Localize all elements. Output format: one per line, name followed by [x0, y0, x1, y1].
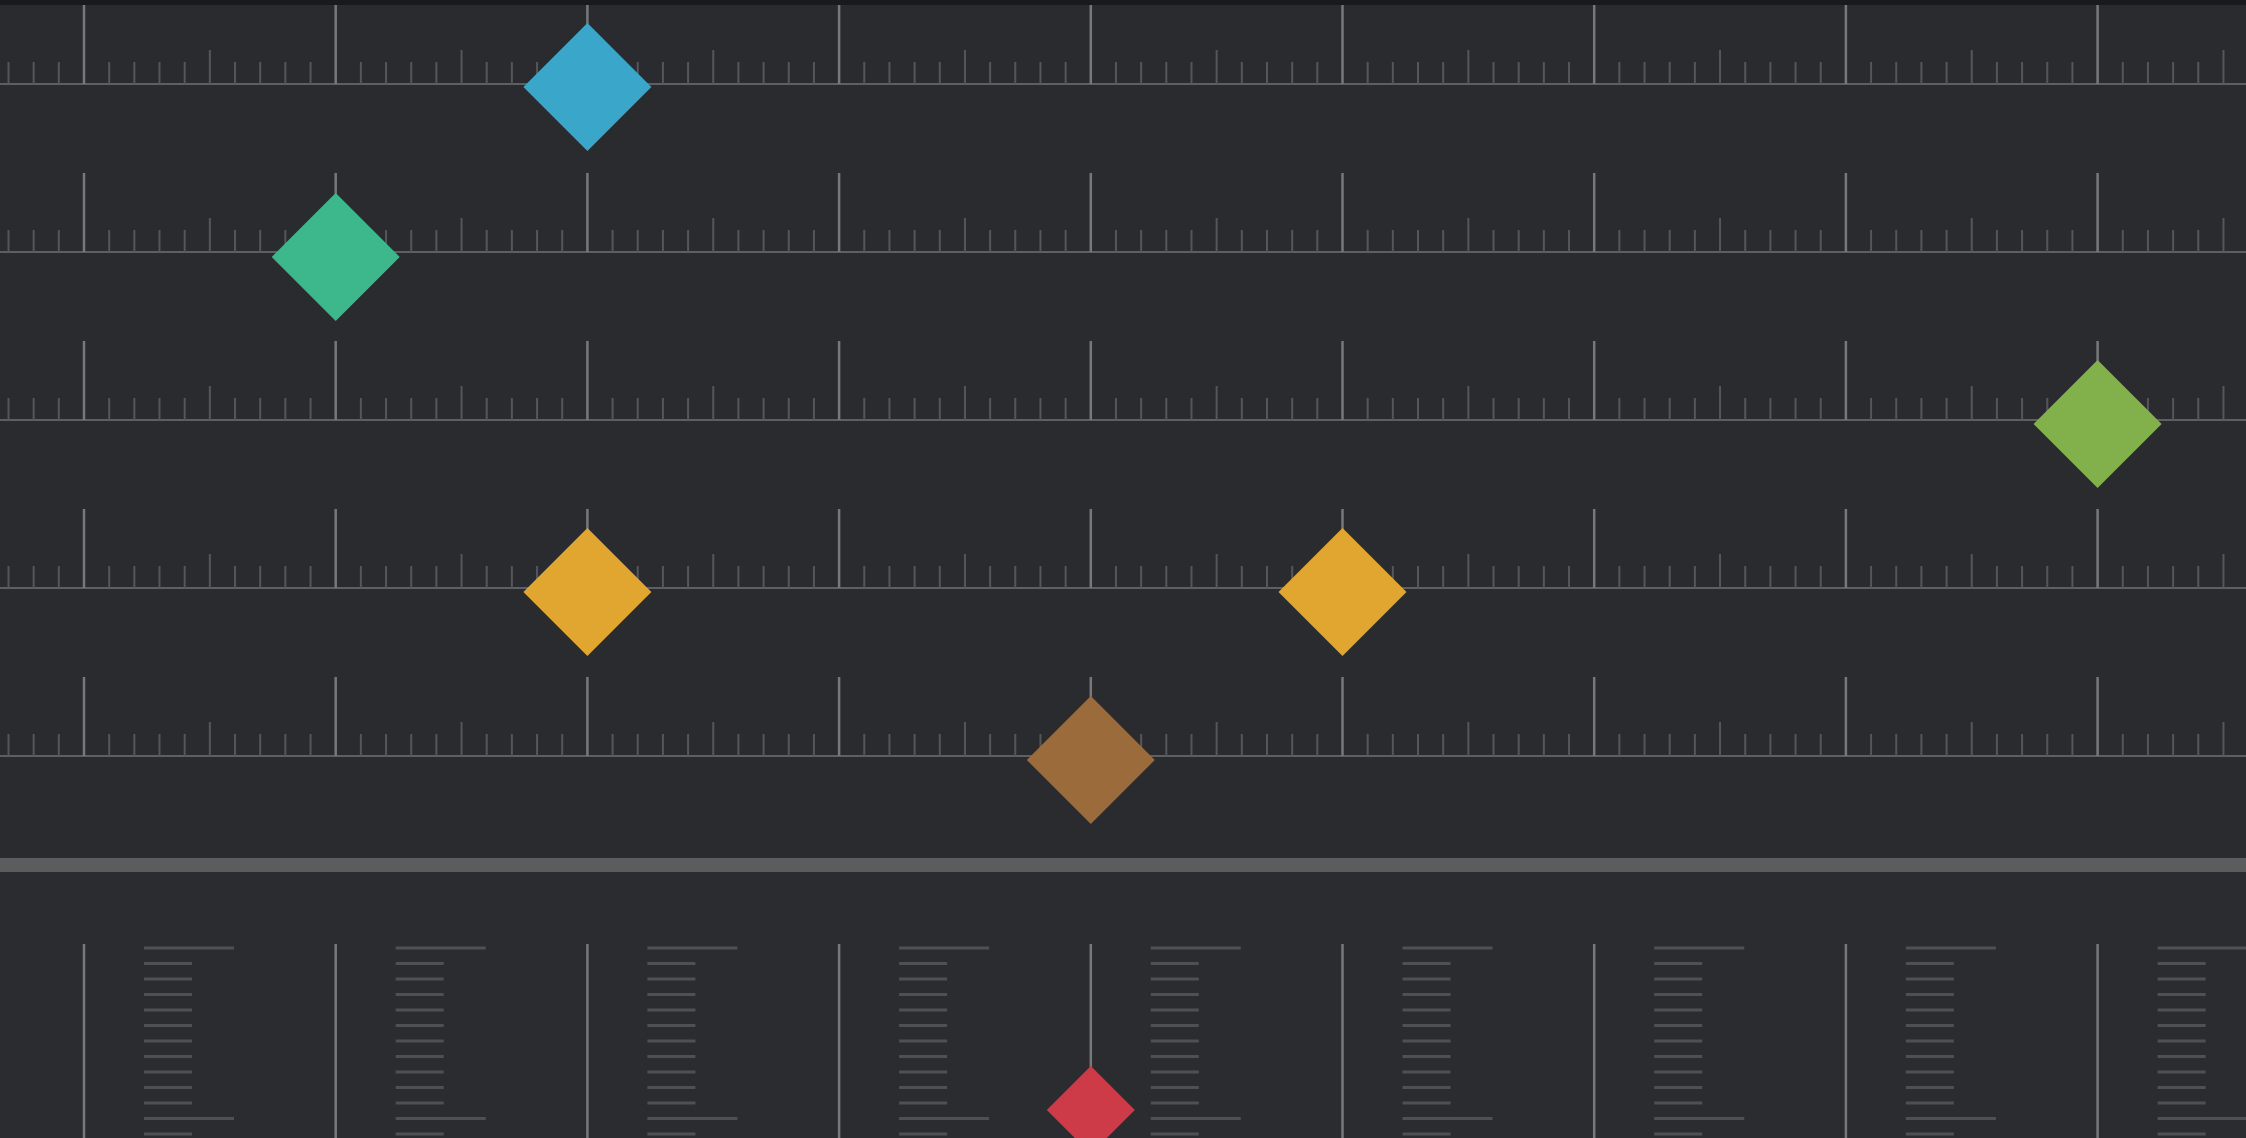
panel-divider-handle[interactable] [0, 858, 2246, 872]
meter-ladder [395, 946, 486, 1136]
keyframe-diamond-green[interactable] [2033, 360, 2162, 488]
keyframe-diamond-teal[interactable] [271, 193, 400, 321]
track-ruler [0, 341, 2246, 421]
meter-ladder [1905, 946, 1996, 1136]
lower-panel-meters [0, 872, 2246, 1138]
meter-ladder [144, 946, 234, 1136]
meter-ladder [2157, 946, 2246, 1136]
playhead-marker-diamond-red[interactable] [1046, 1066, 1135, 1138]
keyframe-diamond-yellow[interactable] [523, 528, 652, 656]
meter-ladder [647, 946, 738, 1136]
meter-ladder [899, 946, 990, 1136]
track-ruler [0, 5, 2246, 85]
track-ruler [0, 509, 2246, 589]
keyframe-diamond-yellow[interactable] [1278, 528, 1407, 656]
meter-ladder [1654, 946, 1745, 1136]
meter-ladder [1150, 946, 1241, 1136]
meter-ladder [1402, 946, 1493, 1136]
keyframe-diamond-brown[interactable] [1026, 696, 1155, 824]
keyframe-diamond-blue[interactable] [523, 23, 652, 151]
timeline-editor [0, 0, 2246, 1138]
